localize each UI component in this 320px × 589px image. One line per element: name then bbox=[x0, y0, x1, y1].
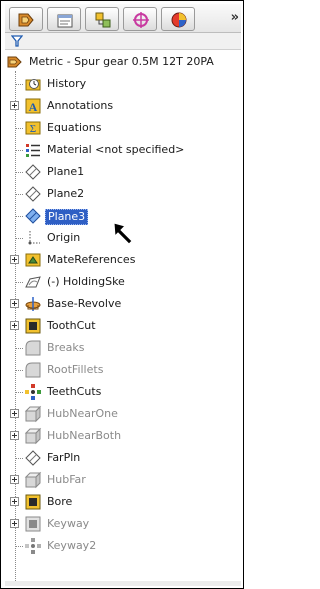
expand-icon[interactable] bbox=[10, 431, 19, 440]
tree-item-label: MateReferences bbox=[47, 253, 136, 266]
filter-bar bbox=[5, 33, 241, 50]
cut-extrude-icon bbox=[25, 516, 41, 532]
revolve-icon bbox=[25, 297, 41, 311]
tree-item-teeth-cuts[interactable]: TeethCuts bbox=[5, 381, 241, 403]
expand-icon[interactable] bbox=[10, 519, 19, 528]
tree-item-far-pln[interactable]: FarPln bbox=[5, 447, 241, 469]
feature-manager-panel: » Metric - Spur gear 0.5M 12T 20PA Histo… bbox=[0, 0, 244, 589]
tree-item-label: HubNearOne bbox=[47, 407, 118, 420]
tree-item-hub-far[interactable]: HubFar bbox=[5, 469, 241, 491]
tree-item-label: Plane2 bbox=[47, 187, 85, 200]
mouse-pointer-icon bbox=[113, 222, 133, 245]
svg-text:A: A bbox=[29, 100, 38, 114]
extrude-icon bbox=[24, 471, 42, 489]
expand-icon[interactable] bbox=[10, 409, 19, 418]
plane-icon bbox=[25, 208, 41, 224]
tree-item-label: RootFillets bbox=[47, 363, 104, 376]
fillet-icon bbox=[25, 340, 41, 356]
tree-item-history[interactable]: History bbox=[5, 73, 241, 95]
tree-item-plane2[interactable]: Plane2 bbox=[5, 183, 241, 205]
cut-extrude-icon bbox=[25, 494, 41, 510]
expand-icon[interactable] bbox=[10, 321, 19, 330]
tree-item-label: Material <not specified> bbox=[47, 143, 185, 156]
display-manager-icon bbox=[171, 12, 187, 28]
tree-item-material[interactable]: Material <not specified> bbox=[5, 139, 241, 161]
tree-item-keyway[interactable]: Keyway bbox=[5, 513, 241, 535]
tree-item-keyway2[interactable]: Keyway2 bbox=[5, 535, 241, 557]
history-icon bbox=[25, 79, 41, 91]
toolbar-overflow-button[interactable]: » bbox=[231, 10, 239, 25]
expand-icon[interactable] bbox=[10, 497, 19, 506]
tree-item-label: ToothCut bbox=[47, 319, 96, 332]
tree-item-label: Breaks bbox=[47, 341, 85, 354]
tree-item-label: (-) HoldingSke bbox=[47, 275, 125, 288]
tree-item-label: HubFar bbox=[47, 473, 86, 486]
tree-item-label: TeethCuts bbox=[47, 385, 102, 398]
plane-icon bbox=[25, 186, 41, 202]
tree-item-label: Base-Revolve bbox=[47, 297, 122, 310]
plane-icon bbox=[25, 450, 41, 466]
tree-item-label: HubNearBoth bbox=[47, 429, 122, 442]
feature-manager-icon bbox=[18, 13, 34, 27]
expand-icon[interactable] bbox=[10, 101, 19, 110]
filter-icon[interactable] bbox=[11, 35, 23, 47]
tree-root[interactable]: Metric - Spur gear 0.5M 12T 20PA bbox=[5, 51, 241, 73]
tree-item-label: Equations bbox=[47, 121, 102, 134]
tree-item-root-fillets[interactable]: RootFillets bbox=[5, 359, 241, 381]
tree-item-mate-references[interactable]: MateReferences bbox=[5, 249, 241, 271]
horizontal-scroll-strip[interactable] bbox=[5, 581, 241, 586]
tree-item-tooth-cut[interactable]: ToothCut bbox=[5, 315, 241, 337]
tree-item-base-revolve[interactable]: Base-Revolve bbox=[5, 293, 241, 315]
tree-item-plane1[interactable]: Plane1 bbox=[5, 161, 241, 183]
extrude-icon bbox=[24, 405, 42, 423]
tree-item-label-selected: Plane3 bbox=[45, 209, 89, 225]
configuration-manager-tab[interactable] bbox=[85, 7, 119, 31]
tree-item-label: Keyway2 bbox=[47, 539, 97, 552]
cut-extrude-icon bbox=[25, 318, 41, 334]
dimxpert-icon bbox=[133, 12, 149, 28]
origin-icon bbox=[28, 231, 40, 245]
tree-item-holding-sketch[interactable]: (-) HoldingSke bbox=[5, 271, 241, 293]
expand-icon[interactable] bbox=[10, 475, 19, 484]
svg-text:Σ: Σ bbox=[30, 123, 36, 135]
tree-item-hub-near-both[interactable]: HubNearBoth bbox=[5, 425, 241, 447]
mate-references-icon bbox=[25, 253, 41, 267]
sketch-icon bbox=[25, 276, 41, 288]
property-manager-icon bbox=[57, 14, 73, 28]
tree-item-label: Plane1 bbox=[47, 165, 85, 178]
tree-root-label: Metric - Spur gear 0.5M 12T 20PA bbox=[29, 55, 214, 68]
fillet-icon bbox=[25, 362, 41, 378]
feature-tree: Metric - Spur gear 0.5M 12T 20PA History… bbox=[5, 51, 241, 581]
tree-item-label: FarPln bbox=[47, 451, 81, 464]
tree-item-label: Keyway bbox=[47, 517, 90, 530]
tree-item-label: History bbox=[47, 77, 87, 90]
circular-pattern-icon bbox=[25, 538, 41, 554]
tree-item-bore[interactable]: Bore bbox=[5, 491, 241, 513]
tree-item-equations[interactable]: Σ Equations bbox=[5, 117, 241, 139]
display-manager-tab[interactable] bbox=[161, 7, 195, 31]
feature-manager-toolbar: » bbox=[5, 4, 241, 33]
property-manager-tab[interactable] bbox=[47, 7, 81, 31]
plane-icon bbox=[25, 164, 41, 180]
expand-icon[interactable] bbox=[10, 299, 19, 308]
tree-item-label: Origin bbox=[47, 231, 81, 244]
extrude-icon bbox=[24, 427, 42, 445]
feature-manager-tab[interactable] bbox=[9, 7, 43, 31]
annotations-icon: A bbox=[25, 98, 41, 114]
tree-item-annotations[interactable]: A Annotations bbox=[5, 95, 241, 117]
part-icon bbox=[7, 56, 22, 68]
expand-icon[interactable] bbox=[10, 255, 19, 264]
circular-pattern-icon bbox=[25, 384, 41, 400]
equations-icon: Σ bbox=[25, 121, 41, 135]
material-icon bbox=[26, 144, 40, 157]
tree-item-label: Bore bbox=[47, 495, 73, 508]
tree-item-hub-near-one[interactable]: HubNearOne bbox=[5, 403, 241, 425]
tree-item-breaks[interactable]: Breaks bbox=[5, 337, 241, 359]
configuration-manager-icon bbox=[95, 12, 111, 28]
tree-item-label: Annotations bbox=[47, 99, 114, 112]
dimxpert-tab[interactable] bbox=[123, 7, 157, 31]
